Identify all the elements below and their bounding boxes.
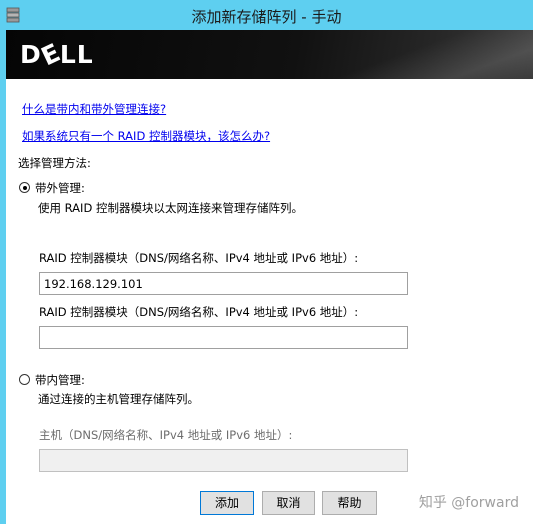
- in-band-description: 通过连接的主机管理存储阵列。: [38, 392, 199, 406]
- out-of-band-label[interactable]: 带外管理:: [35, 180, 85, 196]
- add-button[interactable]: 添加: [200, 491, 254, 515]
- out-of-band-radio[interactable]: [19, 182, 30, 193]
- in-band-label[interactable]: 带内管理:: [35, 372, 85, 388]
- controller1-label: RAID 控制器模块（DNS/网络名称、IPv4 地址或 IPv6 地址）:: [39, 251, 359, 265]
- out-of-band-description: 使用 RAID 控制器模块以太网连接来管理存储阵列。: [38, 201, 303, 215]
- host-label: 主机（DNS/网络名称、IPv4 地址或 IPv6 地址）:: [39, 428, 293, 442]
- controller2-address-input[interactable]: [39, 326, 408, 349]
- controller1-address-input[interactable]: [39, 272, 408, 295]
- dell-logo: DELL: [20, 37, 94, 72]
- title-bar: 添加新存储阵列 - 手动: [0, 0, 533, 30]
- window-title: 添加新存储阵列 - 手动: [191, 8, 342, 26]
- dell-banner: DELL: [6, 30, 533, 79]
- method-label: 选择管理方法:: [18, 156, 91, 170]
- help-button[interactable]: 帮助: [322, 491, 377, 515]
- window-border: [0, 30, 6, 524]
- host-address-input[interactable]: [39, 449, 408, 472]
- controller2-label: RAID 控制器模块（DNS/网络名称、IPv4 地址或 IPv6 地址）:: [39, 305, 359, 319]
- banner-decoration: [313, 30, 533, 79]
- in-band-radio[interactable]: [19, 374, 30, 385]
- watermark: 知乎 @forward: [418, 495, 519, 511]
- cancel-button[interactable]: 取消: [262, 491, 315, 515]
- inband-outband-help-link[interactable]: 什么是带内和带外管理连接?: [22, 101, 166, 117]
- single-controller-help-link[interactable]: 如果系统只有一个 RAID 控制器模块，该怎么办?: [22, 128, 270, 144]
